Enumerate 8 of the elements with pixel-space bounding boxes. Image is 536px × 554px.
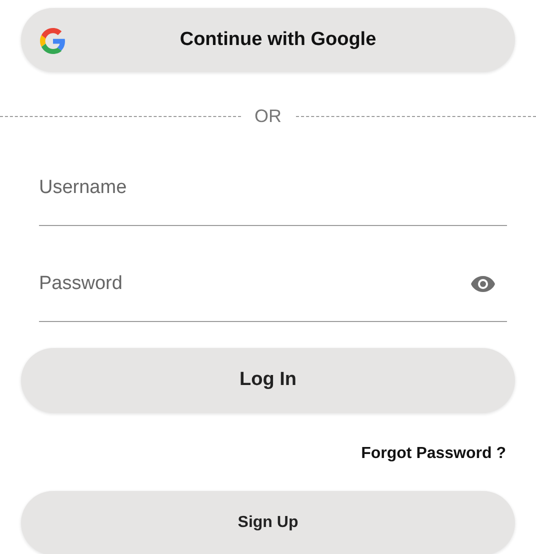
- divider-label: OR: [254, 104, 282, 128]
- signup-button[interactable]: Sign Up: [21, 491, 515, 554]
- username-field[interactable]: Username: [39, 160, 507, 226]
- google-button[interactable]: Continue with Google: [21, 8, 515, 72]
- login-button[interactable]: Log In: [21, 348, 515, 413]
- google-logo-icon: [40, 28, 66, 54]
- eye-icon[interactable]: [470, 275, 496, 293]
- forgot-password-link[interactable]: Forgot Password ?: [361, 442, 506, 466]
